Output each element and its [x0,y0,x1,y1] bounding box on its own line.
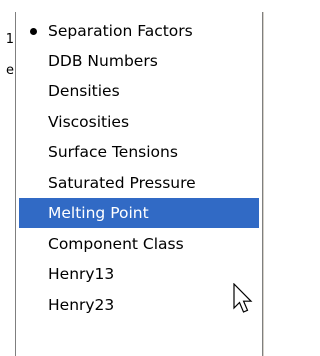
menu-item-label: Component Class [48,235,184,253]
menu-item-component-class[interactable]: Component Class [19,229,259,259]
menu-item-label: Separation Factors [48,22,193,40]
menu-item-viscosities[interactable]: Viscosities [19,107,259,137]
bullet-icon [30,28,37,35]
menu-item-densities[interactable]: Densities [19,76,259,106]
menu-item-label: DDB Numbers [48,52,158,70]
background-window-text: e [6,63,14,78]
menu-item-label: Saturated Pressure [48,174,196,192]
mouse-pointer-icon [233,283,253,313]
context-menu: Separation Factors DDB Numbers Densities… [15,12,263,356]
menu-item-henry23[interactable]: Henry23 [19,290,259,320]
menu-item-ddb-numbers[interactable]: DDB Numbers [19,46,259,76]
menu-item-surface-tensions[interactable]: Surface Tensions [19,137,259,167]
menu-item-label: Henry13 [48,265,115,283]
menu-item-separation-factors[interactable]: Separation Factors [19,16,259,46]
background-window-text: 1 [5,32,14,47]
menu-item-label: Melting Point [48,204,149,222]
menu-item-henry13[interactable]: Henry13 [19,259,259,289]
menu-item-melting-point[interactable]: Melting Point [19,198,259,228]
screen: 1 e Separation Factors DDB Numbers Densi… [0,0,275,356]
menu-item-label: Henry23 [48,296,115,314]
menu-item-label: Viscosities [48,113,130,131]
menu-item-label: Densities [48,82,120,100]
menu-item-saturated-pressure[interactable]: Saturated Pressure [19,168,259,198]
menu-item-label: Surface Tensions [48,143,178,161]
